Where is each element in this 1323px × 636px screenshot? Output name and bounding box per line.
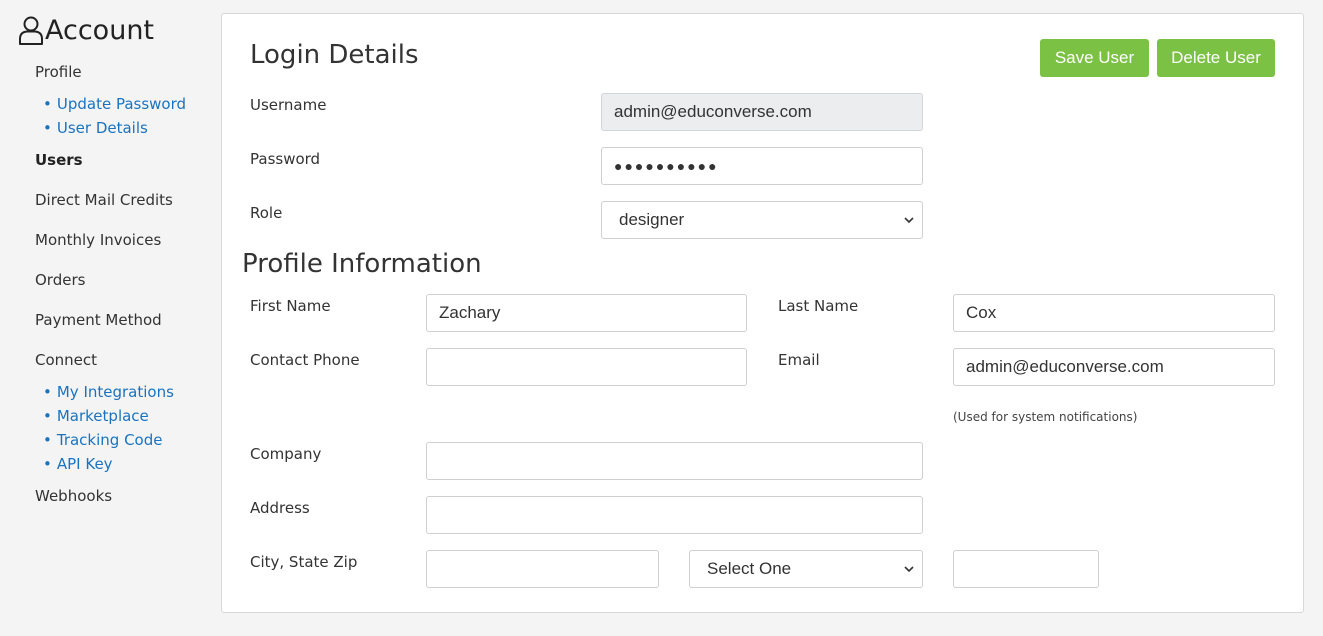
sidebar-item-my-integrations[interactable]: • My Integrations: [43, 383, 174, 401]
sidebar: Account Profile • Update Password • User D…: [0, 0, 220, 636]
sidebar-item-direct-mail-credits[interactable]: Direct Mail Credits: [35, 191, 173, 209]
bullet: •: [43, 119, 52, 137]
bullet: •: [43, 455, 52, 473]
state-select[interactable]: Select One: [689, 550, 923, 588]
password-label: Password: [250, 150, 321, 168]
zip-field[interactable]: [953, 550, 1099, 588]
bullet: •: [43, 407, 52, 425]
sidebar-item-label: My Integrations: [56, 383, 174, 401]
sidebar-item-users[interactable]: Users: [35, 151, 83, 169]
first-name-label: First Name: [250, 297, 331, 315]
save-user-button[interactable]: Save User: [1040, 39, 1149, 77]
sidebar-item-api-key[interactable]: • API Key: [43, 455, 113, 473]
role-select[interactable]: designer: [601, 201, 923, 239]
bullet: •: [43, 383, 52, 401]
email-hint: (Used for system notifications): [953, 410, 1138, 424]
sidebar-item-marketplace[interactable]: • Marketplace: [43, 407, 149, 425]
bullet: •: [43, 431, 52, 449]
company-field[interactable]: [426, 442, 923, 480]
profile-information-heading: Profile Information: [242, 249, 482, 279]
sidebar-item-label: API Key: [56, 455, 113, 473]
bullet: •: [43, 95, 52, 113]
address-field[interactable]: [426, 496, 923, 534]
contact-phone-label: Contact Phone: [250, 351, 360, 369]
role-label: Role: [250, 204, 283, 222]
chevron-down-icon: [904, 216, 914, 223]
company-label: Company: [250, 445, 322, 463]
city-field[interactable]: [426, 550, 659, 588]
username-field[interactable]: admin@educonverse.com: [601, 93, 923, 131]
first-name-field[interactable]: Zachary: [426, 294, 747, 332]
sidebar-item-user-details[interactable]: • User Details: [43, 119, 148, 137]
chevron-down-icon: [904, 565, 914, 572]
sidebar-item-label: Marketplace: [56, 407, 149, 425]
email-label: Email: [778, 351, 820, 369]
last-name-label: Last Name: [778, 297, 859, 315]
contact-phone-field[interactable]: [426, 348, 747, 386]
sidebar-item-update-password[interactable]: • Update Password: [43, 95, 186, 113]
address-label: Address: [250, 499, 310, 517]
sidebar-item-connect[interactable]: Connect: [35, 351, 97, 369]
user-icon: [19, 16, 43, 45]
city-state-zip-label: City, State Zip: [250, 553, 358, 571]
account-title: Account: [18, 12, 154, 48]
user-form-panel: Login Details Save User Delete User User…: [221, 13, 1304, 613]
sidebar-item-label: Tracking Code: [56, 431, 163, 449]
account-title-text: Account: [45, 14, 155, 46]
username-label: Username: [250, 96, 327, 114]
state-select-value: Select One: [707, 559, 792, 578]
sidebar-item-label: User Details: [56, 119, 148, 137]
sidebar-item-monthly-invoices[interactable]: Monthly Invoices: [35, 231, 161, 249]
sidebar-item-orders[interactable]: Orders: [35, 271, 85, 289]
email-field[interactable]: admin@educonverse.com: [953, 348, 1275, 386]
sidebar-item-tracking-code[interactable]: • Tracking Code: [43, 431, 162, 449]
login-details-heading: Login Details: [250, 40, 419, 70]
sidebar-item-webhooks[interactable]: Webhooks: [35, 487, 112, 505]
password-field[interactable]: ●●●●●●●●●●: [601, 147, 923, 185]
sidebar-item-payment-method[interactable]: Payment Method: [35, 311, 162, 329]
last-name-field[interactable]: Cox: [953, 294, 1275, 332]
sidebar-item-label: Update Password: [56, 95, 187, 113]
sidebar-item-profile[interactable]: Profile: [35, 63, 82, 81]
role-select-value: designer: [619, 210, 685, 229]
delete-user-button[interactable]: Delete User: [1157, 39, 1275, 77]
